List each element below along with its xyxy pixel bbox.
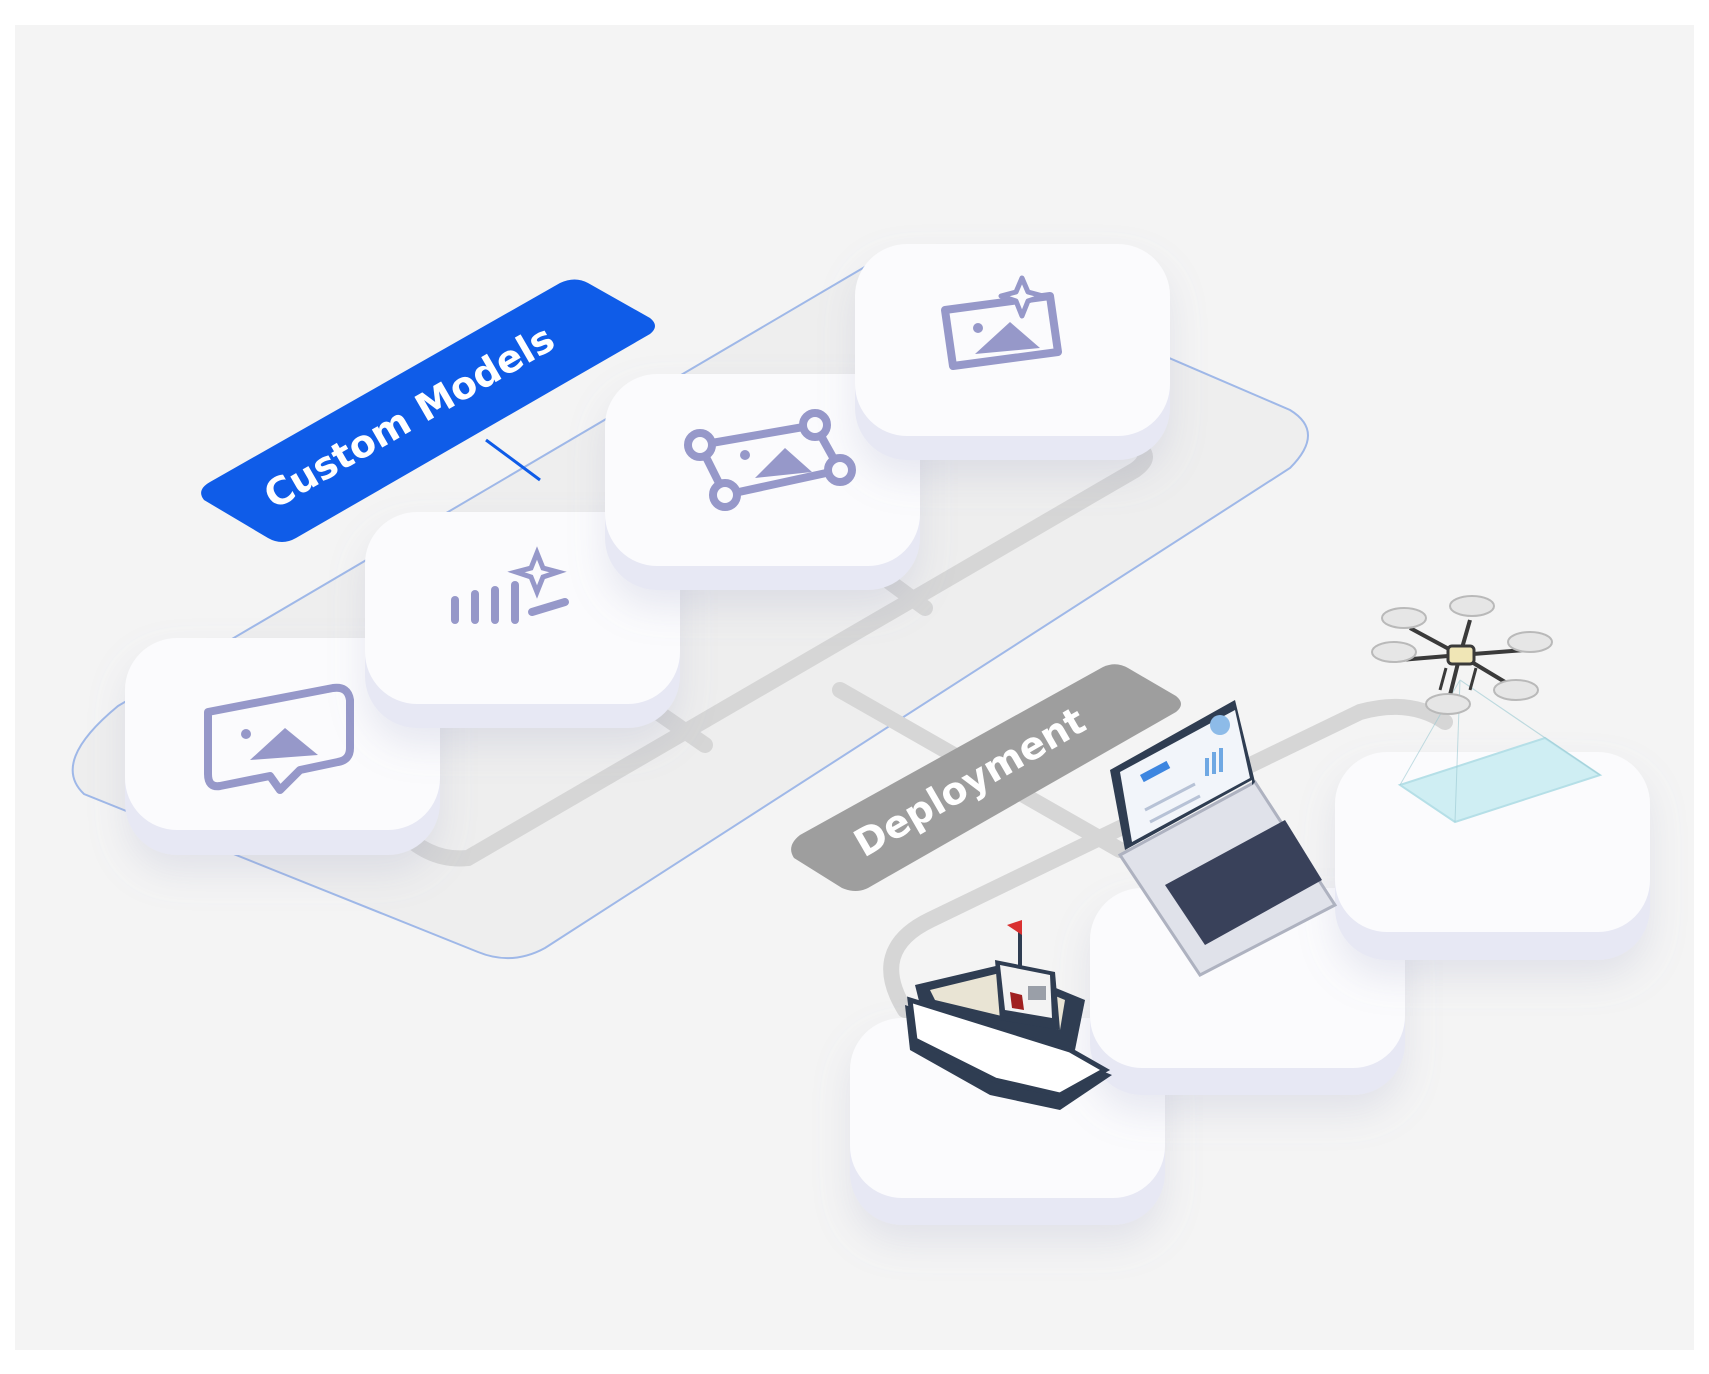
workflow-diagram: Custom Models Deployment — [15, 25, 1694, 1350]
tile-image-generation — [855, 244, 1170, 460]
